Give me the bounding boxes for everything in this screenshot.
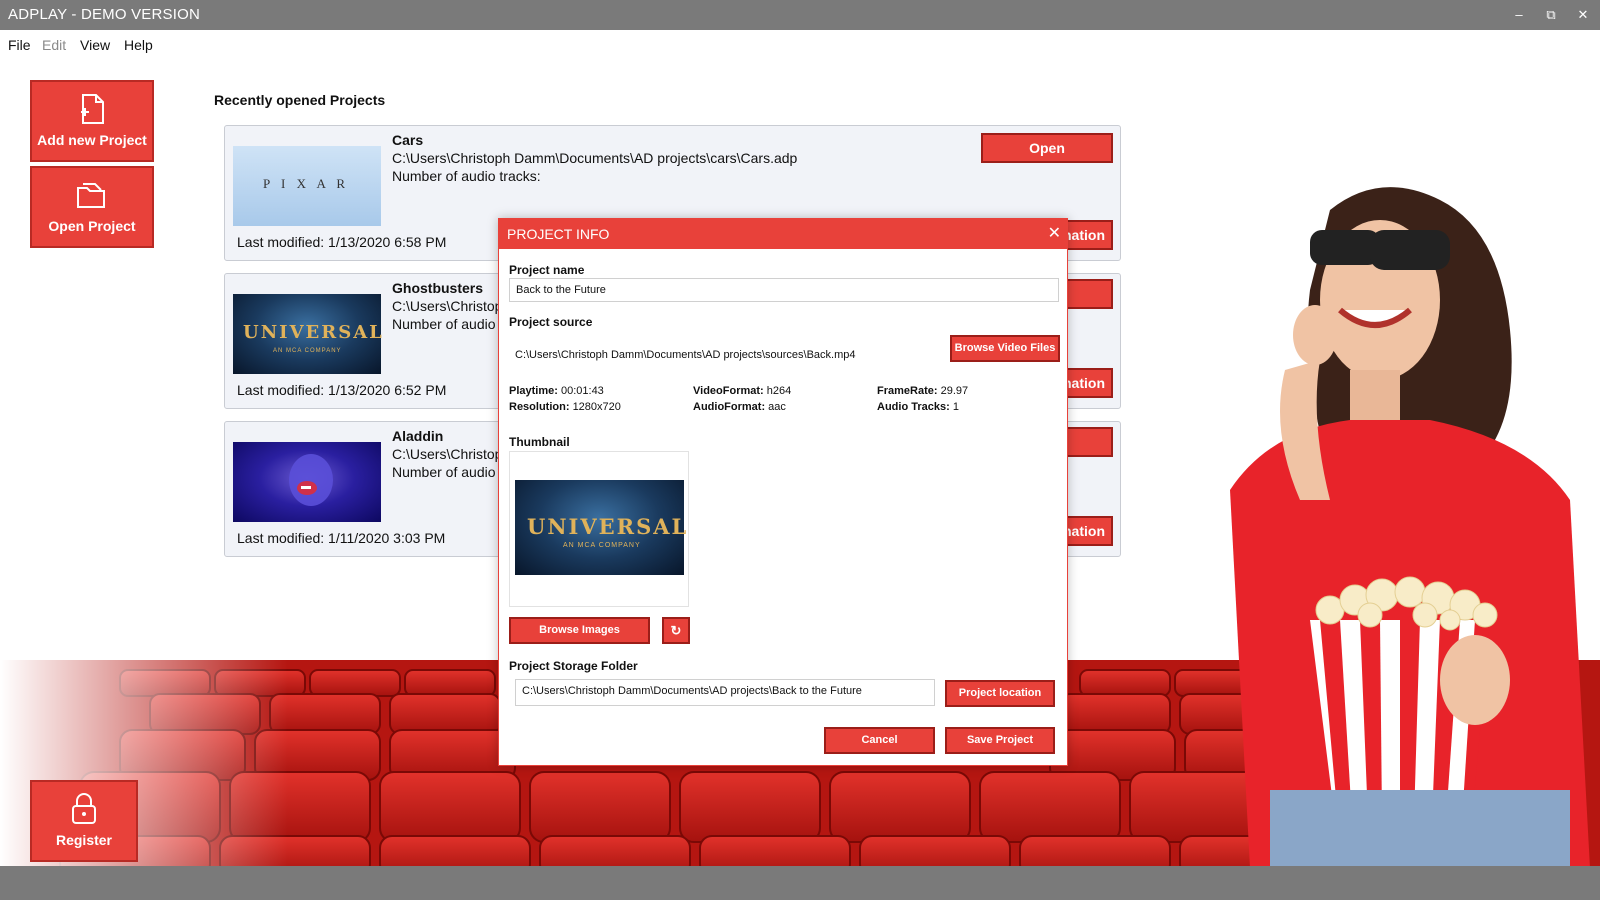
storage-folder-input[interactable]: C:\Users\Christoph Damm\Documents\AD pro…	[515, 679, 935, 706]
open-button[interactable]: Open	[981, 133, 1113, 163]
close-window-icon[interactable]: ✕	[1568, 4, 1598, 26]
open-project-label: Open Project	[48, 218, 136, 234]
refresh-icon[interactable]: ↻	[662, 617, 690, 644]
dialog-header: PROJECT INFO ✕	[499, 219, 1067, 249]
cancel-button[interactable]: Cancel	[824, 727, 935, 754]
lock-icon	[72, 793, 96, 824]
save-project-button[interactable]: Save Project	[945, 727, 1055, 754]
project-modified: Last modified: 1/13/2020 6:52 PM	[237, 382, 447, 398]
project-source-label: Project source	[509, 315, 593, 329]
open-project-button[interactable]: Open Project	[30, 166, 154, 248]
menu-bar: File Edit View Help	[0, 30, 1600, 58]
project-tracks: Number of audio	[392, 316, 496, 332]
register-label: Register	[55, 832, 113, 848]
universal-subtitle: AN MCA COMPANY	[273, 348, 342, 354]
minimize-icon[interactable]: –	[1504, 4, 1534, 26]
project-thumbnail: UNIVERSAL AN MCA COMPANY	[233, 294, 384, 374]
project-name-input[interactable]: Back to the Future	[509, 278, 1059, 302]
dialog-title: PROJECT INFO	[507, 226, 610, 242]
open-folder-icon	[77, 183, 105, 208]
woman-popcorn-image	[1210, 170, 1600, 868]
add-new-project-label: Add new Project	[37, 132, 147, 148]
menu-edit[interactable]: Edit	[42, 37, 66, 53]
recent-projects-heading: Recently opened Projects	[214, 92, 386, 108]
frame-rate: FrameRate: 29.97	[877, 385, 969, 397]
storage-folder-label: Project Storage Folder	[509, 659, 638, 673]
project-name: Ghostbusters	[392, 280, 484, 296]
project-path: C:\Users\Christop	[392, 298, 503, 314]
project-location-button[interactable]: Project location	[945, 680, 1055, 707]
window-title: ADPLAY - DEMO VERSION	[8, 6, 201, 23]
project-thumbnail: P I X A R	[233, 146, 381, 226]
project-modified: Last modified: 1/13/2020 6:58 PM	[237, 234, 447, 250]
universal-subtitle: AN MCA COMPANY	[563, 542, 641, 549]
project-tracks: Number of audio	[392, 464, 496, 480]
project-tracks: Number of audio tracks:	[392, 168, 541, 184]
menu-view[interactable]: View	[80, 37, 110, 53]
pixar-logo: P I X A R	[263, 176, 350, 191]
project-modified: Last modified: 1/11/2020 3:03 PM	[237, 530, 446, 546]
close-icon[interactable]: ✕	[1048, 223, 1061, 243]
universal-logo: UNIVERSAL	[527, 514, 689, 539]
project-path: C:\Users\Christoph Damm\Documents\AD pro…	[392, 150, 798, 166]
menu-help[interactable]: Help	[124, 37, 153, 53]
project-name-label: Project name	[509, 263, 585, 277]
menu-file[interactable]: File	[8, 37, 31, 53]
playtime: Playtime: 00:01:43	[509, 385, 604, 397]
register-button[interactable]: Register	[30, 780, 138, 862]
new-file-icon	[81, 94, 104, 124]
add-new-project-button[interactable]: Add new Project	[30, 80, 154, 162]
thumbnail-image: UNIVERSAL AN MCA COMPANY	[515, 480, 686, 575]
project-thumbnail	[233, 442, 381, 522]
restore-icon[interactable]: ⧉	[1536, 4, 1566, 26]
thumbnail-label: Thumbnail	[509, 435, 570, 449]
project-path: C:\Users\Christop	[392, 446, 503, 462]
title-bar: ADPLAY - DEMO VERSION – ⧉ ✕	[0, 0, 1600, 30]
audio-tracks: Audio Tracks: 1	[877, 401, 959, 413]
project-source-path: C:\Users\Christoph Damm\Documents\AD pro…	[515, 349, 856, 361]
video-format: VideoFormat: h264	[693, 385, 792, 397]
project-name: Cars	[392, 132, 424, 148]
resolution: Resolution: 1280x720	[509, 401, 621, 413]
project-name: Aladdin	[392, 428, 444, 444]
browse-video-files-button[interactable]: Browse Video Files	[950, 335, 1060, 362]
aladdin-genie-image	[289, 454, 333, 506]
thumbnail-preview: UNIVERSAL AN MCA COMPANY	[509, 451, 689, 607]
status-bar	[0, 866, 1600, 900]
universal-logo: UNIVERSAL	[243, 322, 384, 343]
browse-images-button[interactable]: Browse Images	[509, 617, 650, 644]
audio-format: AudioFormat: aac	[693, 401, 786, 413]
project-info-dialog: PROJECT INFO ✕ Project name Back to the …	[498, 218, 1068, 766]
